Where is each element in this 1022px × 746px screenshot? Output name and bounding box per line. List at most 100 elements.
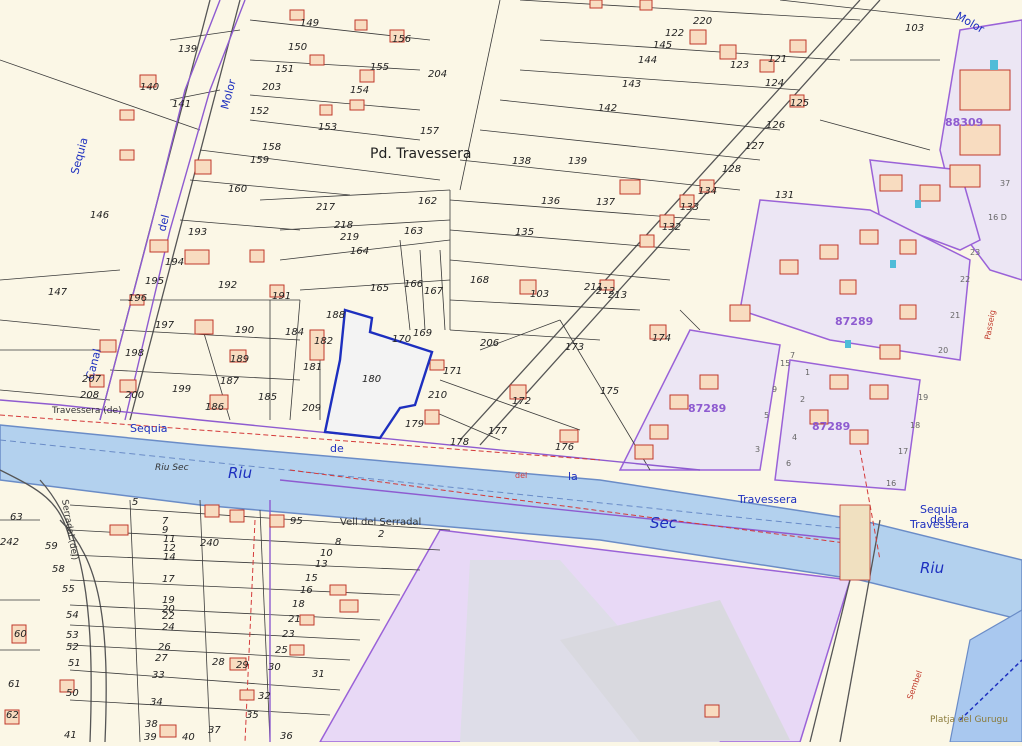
parcel-number: 127 [745, 141, 765, 152]
parcel-number: 149 [300, 18, 319, 29]
parcel-number: 145 [653, 40, 672, 51]
parcel-number: 18 [292, 599, 305, 610]
parcel-number: 210 [428, 390, 447, 401]
parcel-number: 207 [82, 374, 102, 385]
parcel-number: 61 [8, 679, 21, 690]
parcel-number: 62 [6, 710, 19, 721]
parcel-number: 240 [200, 538, 219, 549]
parcel-number: 146 [90, 210, 109, 221]
street-number: 37 [1000, 179, 1010, 188]
parcel-number: 95 [290, 516, 303, 527]
street-number: 4 [792, 433, 797, 442]
street-number: 7 [790, 351, 795, 360]
street-number: 15 [780, 359, 790, 368]
street-number: 5 [764, 411, 769, 420]
parcel-number: 23 [282, 629, 295, 640]
street-number: 16 D [988, 213, 1007, 222]
parcel-number: 156 [392, 34, 411, 45]
parcel-number: 103 [905, 23, 924, 34]
cadastral-map[interactable]: Pd. Travessera Riu Sec Riu Sec Riu Sequi… [0, 0, 1022, 743]
parcel-number: 217 [316, 202, 336, 213]
parcel-number: 124 [765, 78, 784, 89]
street-number: 1 [805, 368, 810, 377]
parcel-number: 58 [52, 564, 65, 575]
parcel-number: 168 [470, 275, 489, 286]
parcel-number: 140 [140, 82, 159, 93]
parcel-number: 8 [335, 537, 341, 548]
parcel-number: 126 [766, 120, 785, 131]
parcel-number: 173 [565, 342, 584, 353]
parcel-number: 166 [404, 279, 423, 290]
parcel-number: 169 [413, 328, 432, 339]
parcel-number: 53 [66, 630, 79, 641]
parcel-number: 195 [145, 276, 164, 287]
parcel-number: 22 [162, 611, 175, 622]
parcel-number: 132 [662, 222, 681, 233]
parcel-number: 38 [145, 719, 158, 730]
parcel-number: 26 [158, 642, 171, 653]
parcel-number: 121 [768, 54, 787, 65]
parcel-number: 200 [125, 390, 144, 401]
parcel-number: 197 [155, 320, 175, 331]
parcel-number: 193 [188, 227, 207, 238]
parcel-number: 177 [488, 426, 508, 437]
parcel-number: 10 [320, 548, 333, 559]
parcel-number: 174 [652, 333, 671, 344]
parcel-number: 188 [326, 310, 345, 321]
parcel-number: 194 [165, 257, 184, 268]
label-travessera-del: Travessera (de) [51, 406, 122, 416]
street-number: 19 [918, 393, 928, 402]
parcel-number: 29 [236, 660, 249, 671]
parcel-number: 131 [775, 190, 794, 201]
parcel-number: 192 [218, 280, 237, 291]
street-number: 6 [786, 459, 791, 468]
parcel-number: 142 [598, 103, 617, 114]
street-number: 20 [938, 346, 948, 355]
parcel-number: 17 [162, 574, 175, 585]
parcel-number: 138 [512, 156, 531, 167]
parcel-number: 178 [450, 437, 469, 448]
parcel-number: 122 [665, 28, 684, 39]
parcel-number: 191 [272, 291, 291, 302]
parcel-number: 150 [288, 42, 307, 53]
parcel-number: 190 [235, 325, 254, 336]
label-travessera-2: Travessera [909, 518, 969, 531]
parcel-number: 13 [315, 559, 328, 570]
street-number: 9 [772, 385, 777, 394]
parcel-number: 28 [212, 657, 225, 668]
parcel-number: 218 [334, 220, 353, 231]
label-serradal-del: Serradal (del) [59, 499, 80, 561]
block-id-87289-a: 87289 [835, 315, 873, 328]
parcel-number: 21 [288, 614, 301, 625]
parcel-number: 165 [370, 283, 389, 294]
parcel-number: 31 [312, 669, 325, 680]
label-travessera-1: Travessera [737, 493, 797, 506]
parcel-number: 209 [302, 403, 321, 414]
label-sequia-1: Sequia [130, 422, 168, 435]
parcel-number: 36 [280, 731, 293, 742]
parcel-number: 2 [378, 529, 384, 540]
parcel-number: 213 [608, 290, 627, 301]
parcel-number: 50 [66, 688, 79, 699]
parcel-number: 125 [790, 98, 809, 109]
label-molor-top: Molor [218, 77, 239, 110]
block-id-87289-c: 87289 [812, 420, 850, 433]
parcel-number: 208 [80, 390, 99, 401]
parcel-number: 189 [230, 354, 249, 365]
parcel-number: 134 [698, 186, 717, 197]
parcel-number: 41 [64, 730, 77, 741]
parcel-number: 27 [155, 653, 168, 664]
parcel-number: 155 [370, 62, 389, 73]
label-la-1: la [568, 470, 578, 483]
parcel-number: 154 [350, 85, 369, 96]
parcel-number: 164 [350, 246, 369, 257]
parcel-number: 203 [262, 82, 281, 93]
parcel-number: 5 [132, 497, 138, 508]
parcel-number: 39 [144, 732, 157, 742]
parcel-number: 34 [150, 697, 163, 708]
bridge [839, 504, 871, 581]
label-riu-1: Riu [228, 464, 252, 482]
parcel-number: 128 [722, 164, 741, 175]
parcel-number: 139 [178, 44, 197, 55]
parcel-number: 147 [48, 287, 68, 298]
